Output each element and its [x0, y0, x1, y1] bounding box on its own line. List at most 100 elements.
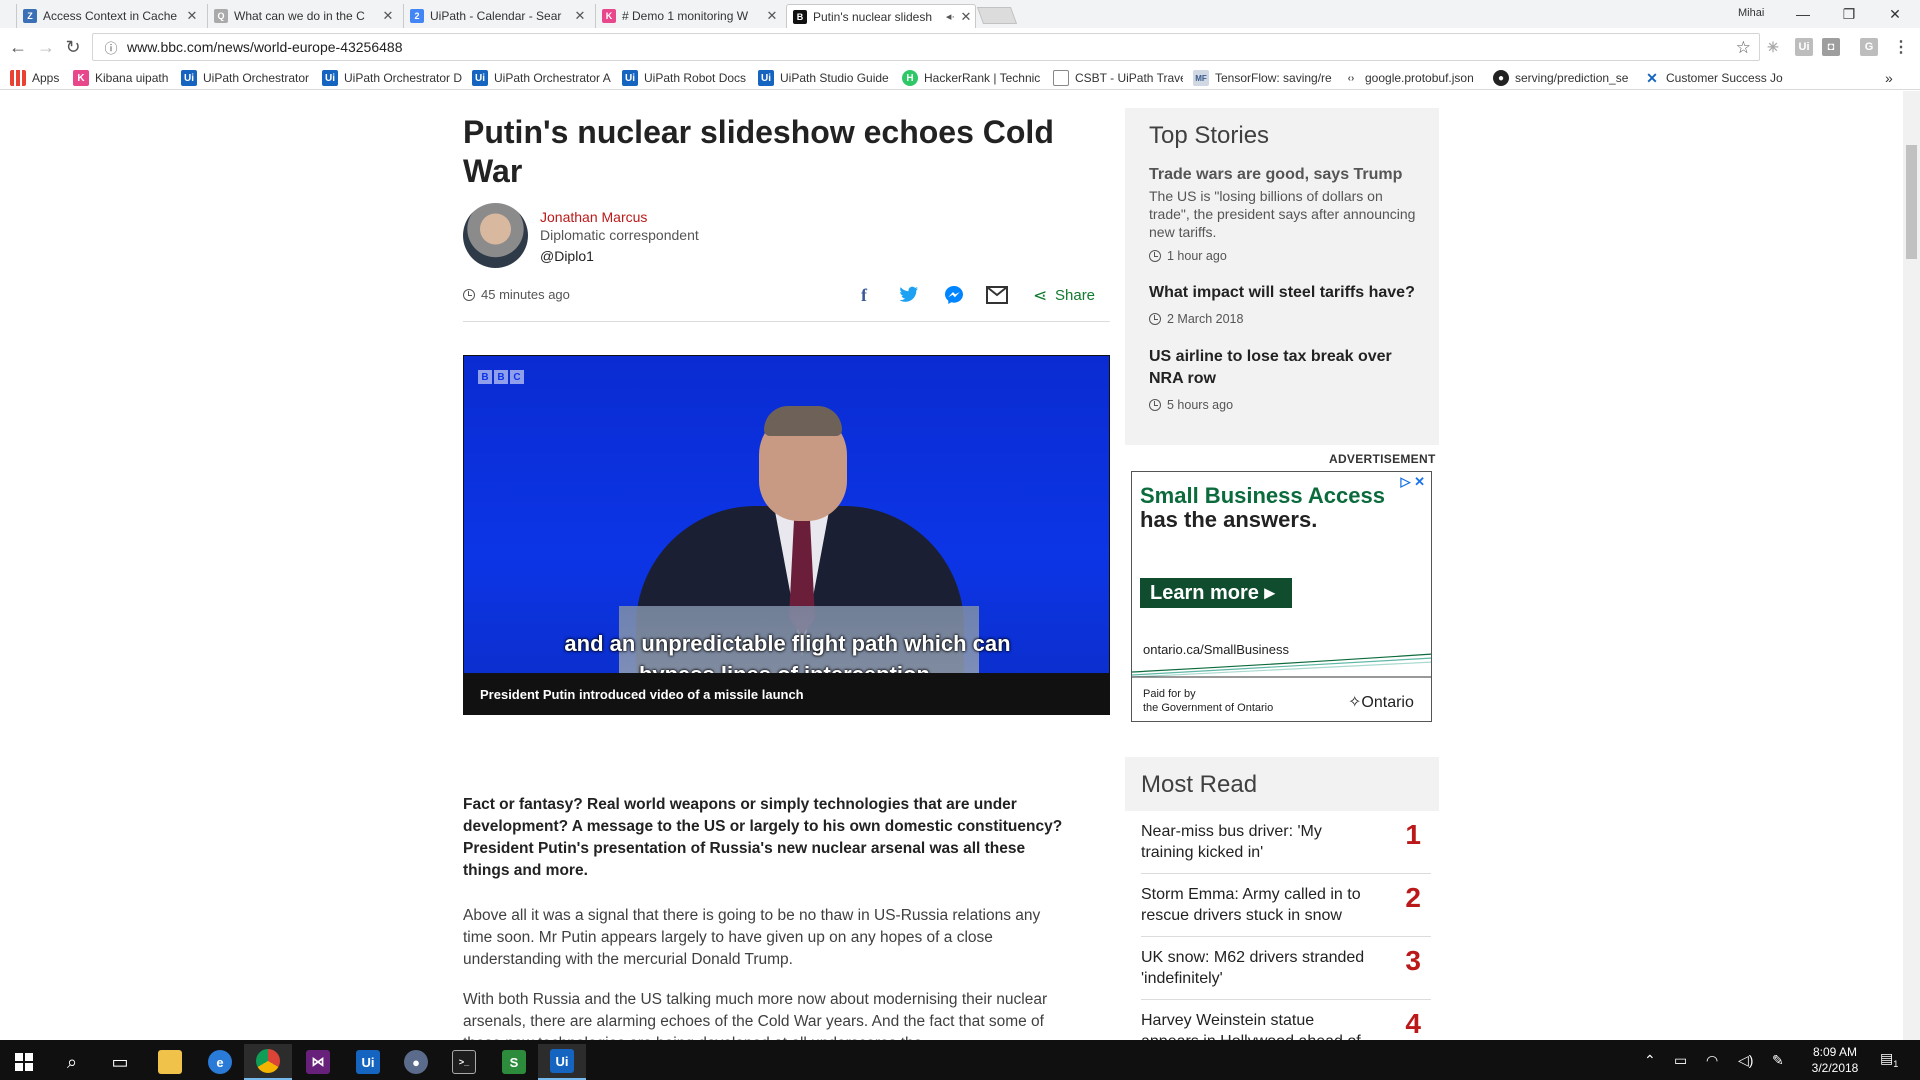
video-caption: President Putin introduced video of a mi… — [464, 673, 1109, 714]
top-story-item[interactable]: What impact will steel tariffs have? 2 M… — [1149, 282, 1419, 326]
most-read-headline[interactable]: UK snow: M62 drivers stranded 'indefinit… — [1141, 947, 1371, 989]
bookmark-csbt[interactable]: CSBT - UiPath Travel — [1053, 69, 1183, 87]
reload-icon[interactable]: ↻ — [63, 37, 83, 57]
app-icon[interactable]: ● — [392, 1044, 440, 1080]
menu-icon[interactable]: ⋮ — [1892, 38, 1910, 56]
url-text[interactable]: www.bbc.com/news/world-europe-43256488 — [127, 39, 402, 55]
tab-label: Access Context in Cache — [43, 9, 178, 23]
close-window-icon[interactable]: ✕ — [1872, 0, 1918, 28]
story-headline[interactable]: What impact will steel tariffs have? — [1149, 282, 1419, 304]
scrollbar-thumb[interactable] — [1906, 145, 1917, 259]
close-icon[interactable]: ✕ — [957, 9, 975, 25]
close-icon[interactable]: ✕ — [183, 8, 201, 24]
tab-putin-article[interactable]: B Putin's nuclear slidesh ◂· ✕ — [786, 4, 976, 28]
minimize-icon[interactable]: — — [1780, 0, 1826, 28]
terminal-tile: >_ — [452, 1050, 476, 1074]
twitter-share-icon[interactable] — [898, 284, 920, 306]
uipath-robot-icon[interactable]: Ui — [538, 1044, 586, 1080]
most-read-headline[interactable]: Harvey Weinstein statue appears in Holly… — [1141, 1010, 1371, 1040]
extension-icon[interactable]: G — [1860, 38, 1878, 56]
bookmark-studio-guide[interactable]: Ui UiPath Studio Guide — [758, 69, 893, 87]
most-read-headline[interactable]: Near-miss bus driver: 'My training kicke… — [1141, 821, 1371, 863]
windows-start-icon[interactable] — [0, 1044, 48, 1080]
tab-access-context[interactable]: Z Access Context in Cache ✕ — [16, 4, 201, 28]
uipath-studio-icon[interactable]: Ui — [344, 1044, 392, 1080]
hackerrank-icon: H — [902, 70, 918, 86]
bookmark-label: UiPath Studio Guide — [780, 71, 889, 85]
page-scrollbar[interactable] — [1903, 91, 1920, 1040]
story-headline[interactable]: US airline to lose tax break over NRA ro… — [1149, 346, 1419, 390]
close-icon[interactable]: ✕ — [379, 8, 397, 24]
search-icon[interactable]: ⌕ — [48, 1044, 96, 1080]
bookmark-robot-docs[interactable]: Ui UiPath Robot Docs — [622, 69, 757, 87]
top-story-item[interactable]: Trade wars are good, says Trump The US i… — [1149, 164, 1419, 263]
most-read-headline[interactable]: Storm Emma: Army called in to rescue dri… — [1141, 884, 1371, 926]
bookmark-protobuf[interactable]: ‹› google.protobuf.json — [1343, 69, 1481, 87]
uipath-extension-icon[interactable]: Ui — [1795, 38, 1813, 56]
most-read-item[interactable]: Near-miss bus driver: 'My training kicke… — [1141, 811, 1431, 874]
close-icon[interactable]: ✕ — [571, 8, 589, 24]
facebook-share-icon[interactable]: f — [853, 284, 875, 306]
messenger-share-icon[interactable] — [943, 284, 965, 306]
pen-icon[interactable]: ✎ — [1772, 1052, 1784, 1069]
forward-icon[interactable]: → — [36, 37, 56, 57]
ad-waves-graphic — [1132, 653, 1431, 678]
audio-playing-icon[interactable]: ◂· — [946, 10, 955, 23]
extension-icon[interactable]: ✳ — [1764, 38, 1782, 56]
restore-icon[interactable]: ❐ — [1826, 0, 1872, 28]
video-player[interactable]: B B C and an unpredictable flight path w… — [463, 355, 1110, 715]
app-icon[interactable]: S — [490, 1044, 538, 1080]
top-story-item[interactable]: US airline to lose tax break over NRA ro… — [1149, 346, 1419, 412]
ad-choices-icon[interactable]: ▷ ✕ — [1400, 474, 1425, 490]
file-explorer-icon[interactable] — [146, 1044, 194, 1080]
bookmark-orchestrator-d[interactable]: Ui UiPath Orchestrator D — [322, 69, 462, 87]
bookmark-serving[interactable]: ● serving/prediction_se — [1493, 69, 1633, 87]
close-icon[interactable]: ✕ — [763, 8, 781, 24]
more-bookmarks-icon[interactable]: » — [1885, 69, 1893, 87]
system-clock[interactable]: 8:09 AM 3/2/2018 — [1800, 1044, 1870, 1076]
back-icon[interactable]: ← — [8, 37, 28, 57]
story-headline[interactable]: Trade wars are good, says Trump — [1149, 164, 1419, 186]
volume-icon[interactable]: ◁) — [1738, 1052, 1753, 1069]
bbc-logo: B B C — [478, 370, 524, 384]
profile-name[interactable]: Mihai — [1738, 7, 1764, 19]
bookmark-orchestrator[interactable]: Ui UiPath Orchestrator — [181, 69, 316, 87]
trillium-icon: ✧ — [1348, 694, 1362, 711]
wifi-icon[interactable]: ◠ — [1706, 1052, 1718, 1069]
tab-demo-monitoring[interactable]: K # Demo 1 monitoring W ✕ — [595, 4, 781, 28]
battery-icon[interactable]: ▭ — [1674, 1052, 1687, 1069]
tab-what-can-we-do[interactable]: Q What can we do in the C ✕ — [207, 4, 397, 28]
advertisement-banner[interactable]: ▷ ✕ Small Business Access has the answer… — [1131, 471, 1432, 722]
bookmark-hackerrank[interactable]: H HackerRank | Technic — [902, 69, 1040, 87]
tab-calendar[interactable]: 2 UiPath - Calendar - Sear ✕ — [403, 4, 589, 28]
most-read-item[interactable]: Storm Emma: Army called in to rescue dri… — [1141, 874, 1431, 937]
edge-browser-icon[interactable]: e — [196, 1044, 244, 1080]
terminal-icon[interactable]: >_ — [440, 1044, 488, 1080]
chrome-icon[interactable] — [244, 1044, 292, 1080]
bookmark-tensorflow[interactable]: MF TensorFlow: saving/re — [1193, 69, 1333, 87]
share-button[interactable]: Share — [1055, 287, 1095, 304]
bookmark-customer-success[interactable]: ✕ Customer Success Jo — [1644, 69, 1784, 87]
bookmark-apps[interactable]: Apps — [10, 69, 59, 87]
extension-icon[interactable]: ◘ — [1822, 38, 1840, 56]
info-icon[interactable]: ⓘ — [101, 37, 121, 57]
show-hidden-icons-icon[interactable]: ⌃ — [1644, 1052, 1656, 1069]
email-share-icon[interactable] — [986, 284, 1008, 306]
new-tab-button[interactable] — [976, 7, 1018, 24]
most-read-title: Most Read — [1141, 771, 1258, 798]
visual-studio-icon[interactable]: ⋈ — [294, 1044, 342, 1080]
bookmark-orchestrator-a[interactable]: Ui UiPath Orchestrator A — [472, 69, 612, 87]
most-read-item[interactable]: UK snow: M62 drivers stranded 'indefinit… — [1141, 937, 1431, 1000]
address-bar[interactable]: ⓘ www.bbc.com/news/world-europe-43256488… — [92, 33, 1760, 61]
advertisement-label: ADVERTISEMENT — [1329, 452, 1436, 466]
author-name-link[interactable]: Jonathan Marcus — [540, 209, 647, 225]
logo-letter: B — [478, 370, 492, 384]
action-center-icon[interactable]: ▤1 — [1880, 1050, 1898, 1069]
author-twitter-link[interactable]: @Diplo1 — [540, 248, 594, 264]
bookmark-star-icon[interactable]: ☆ — [1736, 38, 1751, 58]
share-icon[interactable]: ⋖ — [1033, 286, 1047, 306]
learn-more-button[interactable]: Learn more ▸ — [1140, 578, 1292, 608]
task-view-icon[interactable]: ▭ — [96, 1044, 144, 1080]
bookmark-kibana[interactable]: K Kibana uipath — [73, 69, 168, 87]
most-read-item[interactable]: Harvey Weinstein statue appears in Holly… — [1141, 1000, 1431, 1040]
